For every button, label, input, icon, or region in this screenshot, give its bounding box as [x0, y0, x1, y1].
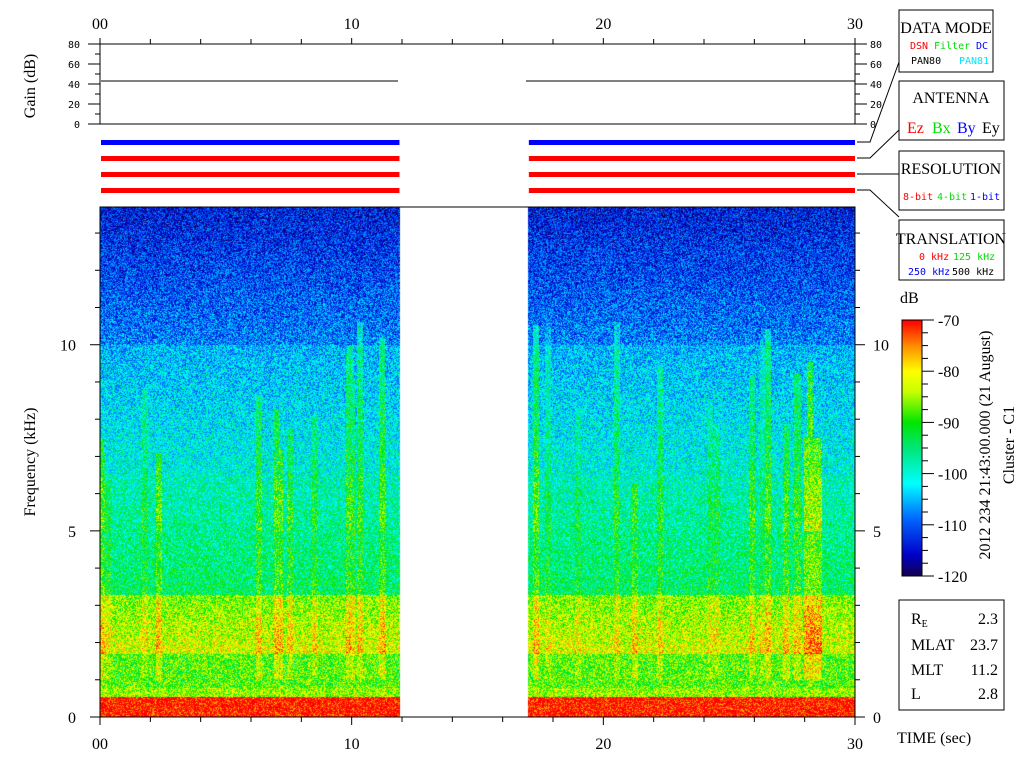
colorbar-tick-label: -90	[938, 415, 959, 432]
y-tick-label: 5	[68, 524, 76, 541]
data-mode-legend: DATA MODE DSN Filter DC PAN80 PAN81	[898, 9, 994, 73]
y-tick-label: 10	[60, 338, 76, 355]
legend-item: PAN81	[959, 56, 989, 67]
gain-tick-label: 60	[870, 60, 882, 71]
legend-item: DC	[976, 41, 988, 52]
legend-item: DSN	[910, 41, 928, 52]
x-tick-label-top: 10	[344, 16, 360, 33]
colorbar-tick-label: -70	[938, 313, 959, 330]
legend-item: 500 kHz	[952, 267, 994, 278]
x-tick-label-top: 00	[92, 16, 108, 33]
re-value: 2.3	[978, 611, 998, 628]
x-tick-label-top: 20	[595, 16, 611, 33]
translation-legend: TRANSLATION 0 kHz 125 kHz 250 kHz 500 kH…	[896, 219, 1007, 281]
status-bar-translation	[528, 188, 855, 193]
status-bar-antenna	[101, 156, 400, 161]
y-axis-label: Frequency (kHz)	[22, 408, 39, 517]
mlat-label: MLAT	[911, 637, 955, 654]
colorbar-label: dB	[900, 290, 919, 307]
legend-item: 4-bit	[937, 192, 967, 203]
mlat-value: 23.7	[970, 637, 998, 654]
status-bar-data-mode	[101, 140, 400, 145]
legend-item: Bx	[932, 120, 951, 137]
x-tick-label-bottom: 20	[595, 736, 611, 753]
y-tick-label: 0	[873, 710, 881, 727]
status-bar-antenna	[528, 156, 855, 161]
legend-item: 0 kHz	[919, 252, 949, 263]
l-value: 2.8	[978, 686, 998, 703]
gain-tick-label: 20	[68, 100, 80, 111]
y-tick-label: 0	[68, 710, 76, 727]
legend-title: ANTENNA	[912, 90, 990, 107]
gain-tick-label: 80	[870, 40, 882, 51]
timestamp: 2012 234 21:43:00.000 (21 August)	[977, 331, 994, 560]
legend-item: 1-bit	[970, 192, 1000, 203]
y-tick-label: 5	[873, 524, 881, 541]
gain-tick-label: 60	[68, 60, 80, 71]
spacecraft-title: Cluster - C1	[1001, 406, 1018, 484]
legend-item: 125 kHz	[953, 252, 995, 263]
legend-title: DATA MODE	[900, 20, 992, 37]
gain-frame	[99, 43, 856, 124]
x-tick-label-top: 30	[847, 16, 863, 33]
gain-tick-label: 0	[870, 120, 876, 131]
legend-item: By	[957, 120, 976, 137]
status-bar-resolution	[528, 172, 855, 177]
mlt-label: MLT	[911, 662, 944, 679]
y-tick-label: 10	[873, 338, 889, 355]
legend-item: Ey	[982, 120, 1000, 137]
legend-item: Filter	[934, 41, 970, 52]
x-tick-label-bottom: 10	[344, 736, 360, 753]
mlt-value: 11.2	[971, 662, 998, 679]
l-label: L	[911, 686, 921, 703]
colorbar-tick-label: -120	[938, 569, 967, 586]
legend-item: 8-bit	[903, 192, 933, 203]
legend-title: RESOLUTION	[901, 161, 1002, 178]
antenna-legend: ANTENNA Ez Bx By Ey	[898, 80, 1005, 141]
colorbar-tick-label: -100	[938, 467, 967, 484]
chart-svg: 00001010202030300 020 2040 4060 6080 800 05 510…	[22, 9, 1018, 753]
status-bar-data-mode	[528, 140, 855, 145]
gain-tick-label: 80	[68, 40, 80, 51]
legend-item: PAN80	[911, 56, 941, 67]
legend-item: Ez	[907, 120, 924, 137]
status-bar-translation	[101, 188, 400, 193]
legend-item: 250 kHz	[908, 267, 950, 278]
x-axis-label: TIME (sec)	[897, 730, 971, 747]
orbit-info-box: RE 2.3 MLAT 23.7 MLT 11.2 L 2.8	[898, 599, 1005, 711]
gain-tick-label: 40	[68, 80, 80, 91]
legend-title: TRANSLATION	[896, 231, 1007, 248]
gain-tick-label: 0	[74, 120, 80, 131]
gain-tick-label: 20	[870, 100, 882, 111]
colorbar-tick-label: -80	[938, 364, 959, 381]
colorbar-tick-label: -110	[938, 518, 967, 535]
status-bar-resolution	[101, 172, 400, 177]
resolution-legend: RESOLUTION 8-bit 4-bit 1-bit	[898, 150, 1005, 211]
gain-tick-label: 40	[870, 80, 882, 91]
x-tick-label-bottom: 00	[92, 736, 108, 753]
x-tick-label-bottom: 30	[847, 736, 863, 753]
gain-axis-label: Gain (dB)	[22, 54, 39, 118]
spectrogram-frame	[99, 206, 856, 718]
